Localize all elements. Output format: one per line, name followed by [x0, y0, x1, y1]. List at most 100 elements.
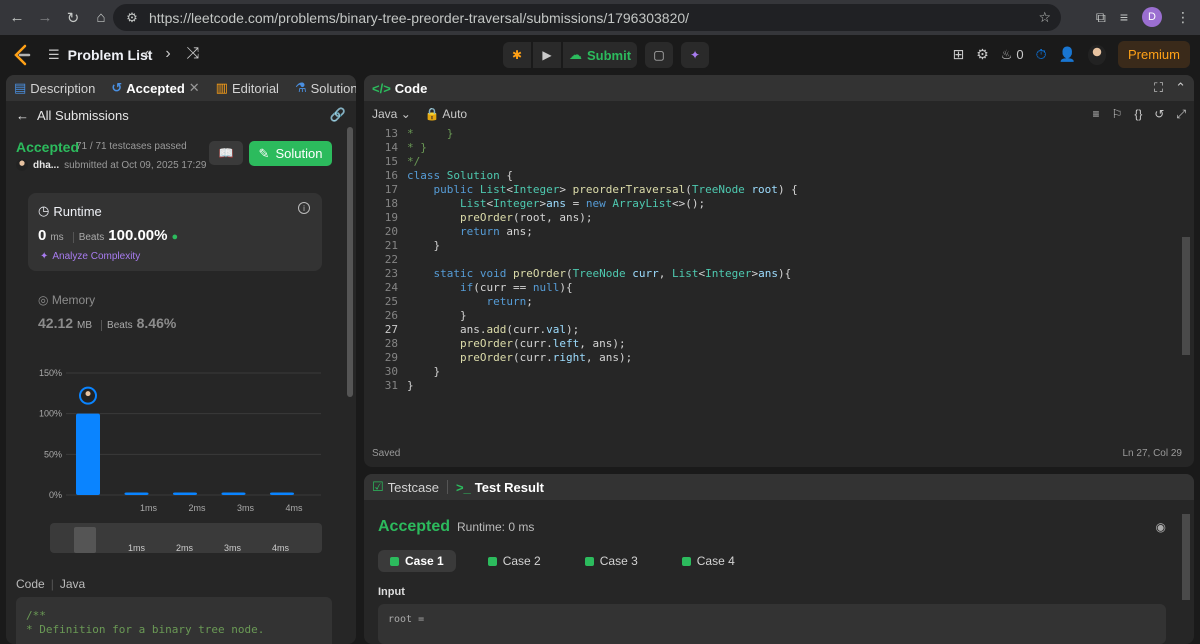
reload-icon[interactable]: ↻ — [62, 7, 84, 29]
code-lang-label: Java — [59, 577, 86, 591]
user-avatar[interactable] — [1087, 44, 1106, 65]
url-text[interactable]: https://leetcode.com/problems/binary-tre… — [149, 10, 689, 26]
runtime-beats-label: Beats — [72, 232, 104, 243]
prev-problem-icon[interactable]: ‹ — [144, 45, 149, 63]
chart-bar[interactable] — [270, 492, 294, 495]
memory-label-row[interactable]: ◎ Memory — [38, 293, 95, 307]
clock-icon: ◷ — [38, 203, 50, 218]
back-arrow-icon[interactable]: ← — [6, 7, 28, 29]
expand-icon[interactable]: ⤢ — [1176, 107, 1186, 122]
submitted-code-preview[interactable]: /** * Definition for a binary tree node. — [16, 597, 332, 644]
tab-accepted[interactable]: ↺ Accepted ✕ — [103, 80, 207, 96]
tab-testcase[interactable]: ☑ Testcase — [364, 479, 447, 495]
chart-bar[interactable] — [221, 492, 246, 495]
leetcode-logo-icon[interactable] — [12, 44, 32, 66]
tab-solutions[interactable]: ⚗ Solutions — [287, 80, 356, 96]
maximize-icon[interactable]: ⛶ — [1154, 80, 1163, 96]
tab-code[interactable]: </> Code — [364, 81, 435, 96]
code-preview-line: * Definition for a binary tree node. — [26, 623, 265, 636]
submit-button[interactable]: ☁ Submit — [563, 42, 637, 68]
range-handle[interactable] — [74, 527, 96, 553]
line-number: 29 — [384, 351, 398, 364]
reset-icon[interactable]: ↺ — [1154, 107, 1164, 121]
code-editor[interactable]: 13 14 15 16 17 18 19 20 21 22 23 24 25 26 27 28 29 30 31 *… — [364, 127, 1184, 392]
left-tabs: ▤ Description ↺ Accepted ✕ ▥ Editorial ⚗… — [6, 75, 356, 101]
format-icon[interactable]: ≡ — [1093, 107, 1100, 121]
tab-accepted-label: Accepted — [126, 80, 185, 96]
tab-editorial-label: Editorial — [231, 80, 279, 96]
premium-button[interactable]: Premium — [1117, 41, 1190, 68]
browser-menu-icon[interactable]: ⋮ — [1176, 9, 1190, 26]
media-control-icon[interactable]: ≡ — [1120, 9, 1128, 25]
close-tab-icon[interactable]: ✕ — [189, 80, 200, 96]
line-number: 15 — [384, 155, 398, 168]
check-icon — [584, 556, 594, 566]
case-tab-2[interactable]: Case 2 — [476, 550, 553, 572]
memory-label: Memory — [51, 293, 96, 307]
info-icon[interactable]: i — [298, 202, 310, 214]
add-user-icon[interactable]: 👤 — [1059, 46, 1076, 63]
settings-gear-icon[interactable]: ⚙ — [976, 46, 989, 63]
submitted-time: submitted at Oct 09, 2025 17:29 — [64, 159, 207, 171]
home-icon[interactable]: ⌂ — [90, 7, 112, 29]
case-tab-4[interactable]: Case 4 — [670, 550, 747, 572]
left-scrollbar[interactable] — [347, 127, 353, 397]
notes-button[interactable]: ▢ — [645, 42, 673, 68]
braces-icon[interactable]: {} — [1134, 107, 1142, 121]
notes-book-button[interactable]: 📖 — [209, 141, 243, 165]
line-number: 21 — [384, 239, 398, 252]
case-tab-1[interactable]: Case 1 — [378, 550, 456, 572]
description-icon: ▤ — [14, 80, 27, 95]
all-submissions-link[interactable]: ← All Submissions — [16, 108, 129, 123]
bookmark-star-icon[interactable]: ☆ — [1038, 9, 1051, 26]
case-label: Case 4 — [696, 554, 735, 568]
run-button[interactable]: ▶ — [533, 42, 561, 68]
chart-bar[interactable] — [124, 492, 149, 495]
code-panel: </> Code ⛶ ⌃ Java ⌄ 🔒 Auto ≡ ⚐ {} ↺ ⤢ 13… — [364, 75, 1194, 467]
terminal-icon: >_ — [455, 479, 471, 495]
minimap-label: 3ms — [224, 543, 242, 553]
browser-toolbar: ← → ↻ ⌂ ⚙ https://leetcode.com/problems/… — [0, 0, 1200, 35]
tab-editorial[interactable]: ▥ Editorial — [208, 80, 287, 96]
runtime-distribution-chart[interactable]: 150% 100% 50% 0% 1ms 2ms 3ms 4ms — [36, 365, 326, 515]
eye-icon[interactable]: ◉ — [1156, 520, 1166, 534]
editor-scrollbar[interactable] — [1182, 237, 1190, 355]
code-lines[interactable]: * } * } */ class Solution { public List<… — [407, 127, 798, 393]
collapse-chevron-icon[interactable]: ⌃ — [1175, 80, 1186, 96]
ai-assist-button[interactable]: ✦ — [681, 42, 709, 68]
extensions-icon[interactable]: ⧉ — [1096, 9, 1106, 26]
problem-list-link[interactable]: ☰ Problem List — [48, 47, 152, 63]
tab-code-label: Code — [394, 80, 428, 96]
site-settings-icon[interactable]: ⚙ — [121, 10, 143, 26]
submitter-name[interactable]: dha... — [33, 160, 59, 171]
runtime-card[interactable]: ◷ Runtime i 0 ms Beats 100.00% ● ✦ Analy… — [28, 193, 322, 271]
case-tab-3[interactable]: Case 3 — [573, 550, 650, 572]
address-bar[interactable]: ⚙ https://leetcode.com/problems/binary-t… — [113, 4, 1061, 31]
chart-range-slider[interactable]: 1ms 2ms 3ms 4ms — [50, 523, 322, 553]
memory-value-row: 42.12 MB Beats 8.46% — [38, 315, 176, 331]
tab-description[interactable]: ▤ Description — [6, 80, 103, 96]
debug-button[interactable]: ✱ — [503, 42, 531, 68]
analyze-complexity-link[interactable]: ✦ Analyze Complexity — [40, 251, 140, 262]
chart-bar[interactable] — [173, 492, 197, 495]
streak-counter[interactable]: ♨ 0 — [1001, 47, 1024, 63]
submissions-header: ← All Submissions 🔗 — [6, 101, 356, 129]
share-link-icon[interactable]: 🔗 — [330, 107, 346, 123]
timer-icon[interactable]: ⏱ — [1036, 46, 1047, 63]
tab-test-result[interactable]: >_ Test Result — [448, 480, 552, 495]
chart-bar[interactable] — [76, 413, 100, 495]
profile-avatar[interactable]: D — [1142, 7, 1162, 27]
shuffle-icon[interactable]: ⤨ — [187, 45, 200, 63]
post-solution-button[interactable]: ✎ Solution — [249, 141, 332, 166]
layout-grid-icon[interactable]: ⊞ — [952, 46, 964, 63]
lock-icon: 🔒 — [424, 107, 440, 121]
auto-mode[interactable]: 🔒 Auto — [425, 107, 467, 121]
language-selector[interactable]: Java ⌄ — [372, 107, 411, 121]
analyze-label: Analyze Complexity — [52, 251, 141, 262]
input-box[interactable]: root = — [378, 604, 1166, 644]
result-scrollbar[interactable] — [1182, 514, 1190, 600]
y-tick-label: 150% — [39, 368, 62, 378]
next-problem-icon[interactable]: › — [165, 45, 170, 63]
forward-arrow-icon[interactable]: → — [34, 7, 56, 29]
bookmark-icon[interactable]: ⚐ — [1112, 107, 1123, 121]
